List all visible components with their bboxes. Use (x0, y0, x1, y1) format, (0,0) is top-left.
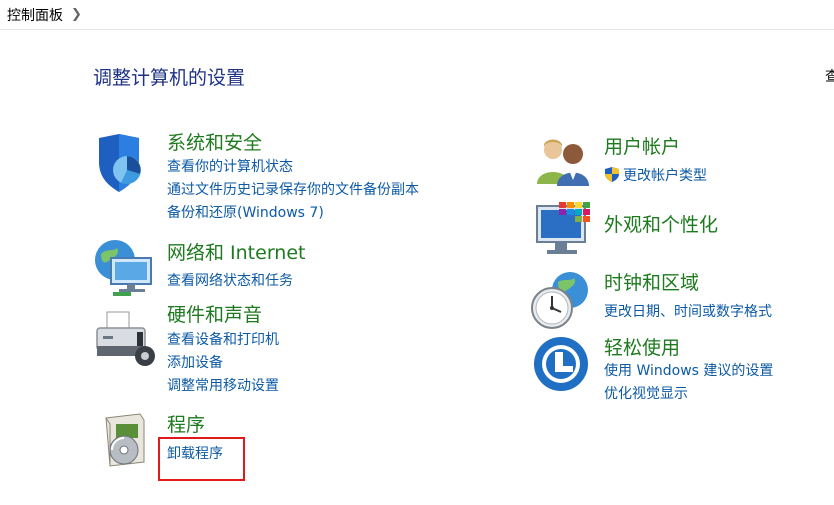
link-network-status[interactable]: 查看网络状态和任务 (167, 270, 293, 290)
network-globe-icon[interactable] (93, 236, 157, 300)
system-security-shield-icon[interactable] (95, 132, 159, 196)
appearance-monitor-icon[interactable] (533, 200, 597, 264)
category-title-programs[interactable]: 程序 (167, 410, 205, 437)
uac-shield-icon (604, 166, 620, 187)
category-title-user-accounts[interactable]: 用户帐户 (604, 132, 680, 159)
printer-icon[interactable] (93, 306, 157, 370)
clock-globe-icon[interactable] (530, 268, 594, 332)
category-title-system-security[interactable]: 系统和安全 (167, 128, 262, 155)
breadcrumb: 控制面板 ❯ (0, 0, 834, 30)
category-title-appearance[interactable]: 外观和个性化 (604, 210, 718, 237)
link-view-computer-status[interactable]: 查看你的计算机状态 (167, 156, 293, 176)
breadcrumb-item-control-panel[interactable]: 控制面板 (7, 5, 63, 25)
view-by-label[interactable]: 查 (825, 66, 834, 86)
programs-disc-icon[interactable] (100, 410, 164, 474)
link-change-date-time-format[interactable]: 更改日期、时间或数字格式 (604, 301, 772, 321)
link-windows-recommended-settings[interactable]: 使用 Windows 建议的设置 (604, 360, 773, 380)
link-change-account-type[interactable]: 更改帐户类型 (604, 165, 707, 187)
ease-of-access-icon[interactable] (533, 336, 597, 400)
category-title-hardware[interactable]: 硬件和声音 (167, 300, 262, 327)
highlight-box (158, 437, 245, 481)
user-accounts-icon[interactable] (533, 134, 597, 198)
link-backup-restore[interactable]: 备份和还原(Windows 7) (167, 202, 324, 222)
category-title-clock-region[interactable]: 时钟和区域 (604, 268, 699, 295)
category-title-ease-of-access[interactable]: 轻松使用 (604, 333, 680, 360)
link-devices-printers[interactable]: 查看设备和打印机 (167, 329, 279, 349)
link-add-device[interactable]: 添加设备 (167, 352, 223, 372)
link-optimize-visual-display[interactable]: 优化视觉显示 (604, 383, 688, 403)
chevron-right-icon[interactable]: ❯ (71, 7, 82, 22)
link-change-account-type-label[interactable]: 更改帐户类型 (623, 168, 707, 184)
link-file-history-backup[interactable]: 通过文件历史记录保存你的文件备份副本 (167, 179, 419, 199)
link-mobility-settings[interactable]: 调整常用移动设置 (167, 375, 279, 395)
category-title-network[interactable]: 网络和 Internet (167, 238, 305, 265)
page-title: 调整计算机的设置 (93, 67, 246, 89)
